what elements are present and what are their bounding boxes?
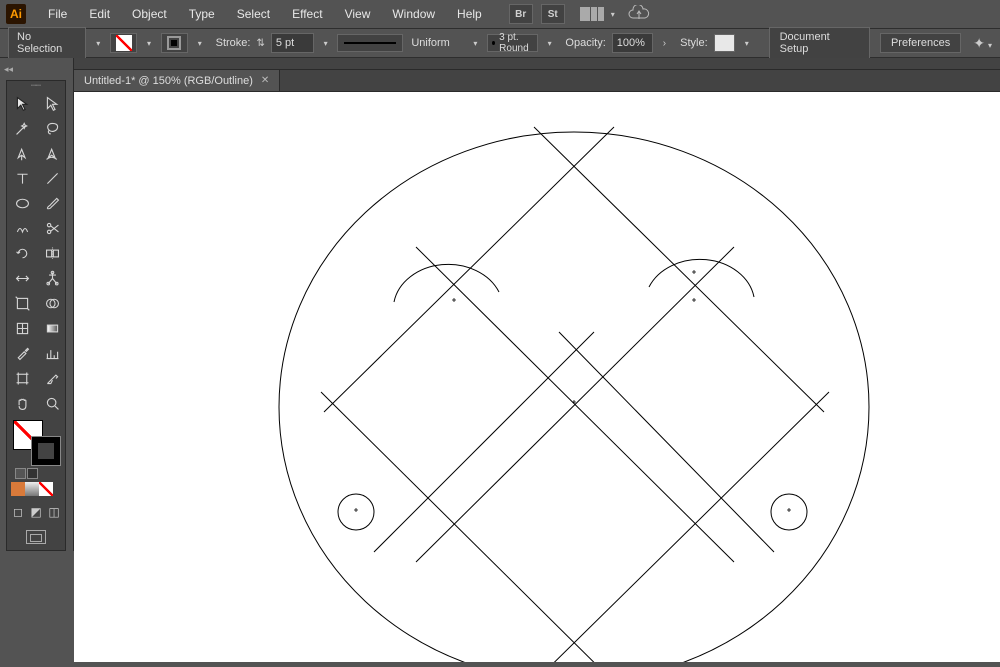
canvas[interactable] bbox=[74, 92, 1000, 662]
eyedropper-tool[interactable] bbox=[7, 341, 37, 366]
curvature-tool[interactable] bbox=[37, 141, 67, 166]
document-title: Untitled-1* @ 150% (RGB/Outline) bbox=[84, 75, 253, 87]
stroke-stepper[interactable]: ⇅ bbox=[256, 38, 264, 49]
chevron-down-icon[interactable]: ▾ bbox=[741, 39, 753, 48]
lasso-tool[interactable] bbox=[37, 116, 67, 141]
direct-selection-tool[interactable] bbox=[37, 91, 67, 116]
color-mode-row bbox=[7, 479, 65, 496]
arrange-icon bbox=[580, 7, 604, 21]
chevron-down-icon[interactable]: ▾ bbox=[320, 39, 332, 48]
align-flyout-icon[interactable]: ✦▾ bbox=[973, 35, 992, 52]
color-swatch-none[interactable] bbox=[39, 482, 53, 496]
chevron-down-icon: ▾ bbox=[611, 10, 615, 19]
shaper-tool[interactable] bbox=[7, 216, 37, 241]
stroke-profile[interactable] bbox=[337, 34, 403, 52]
selection-tool[interactable] bbox=[7, 91, 37, 116]
opacity-input[interactable]: 100% bbox=[612, 33, 653, 53]
rotate-tool[interactable] bbox=[7, 241, 37, 266]
bridge-button[interactable]: Br bbox=[509, 4, 533, 24]
menu-view[interactable]: View bbox=[335, 3, 381, 25]
free-transform-tool[interactable] bbox=[7, 291, 37, 316]
dot-icon bbox=[492, 41, 495, 45]
brush-definition[interactable]: 3 pt. Round bbox=[487, 34, 538, 52]
slice-tool[interactable] bbox=[37, 366, 67, 391]
style-label: Style: bbox=[680, 37, 708, 49]
reflect-tool[interactable] bbox=[37, 241, 67, 266]
menu-file[interactable]: File bbox=[38, 3, 77, 25]
chevron-down-icon[interactable]: ▾ bbox=[143, 39, 155, 48]
stroke-color[interactable] bbox=[31, 436, 61, 466]
color-swatch-gradient[interactable] bbox=[25, 482, 39, 496]
fill-stroke-control[interactable] bbox=[11, 420, 61, 466]
menu-window[interactable]: Window bbox=[382, 3, 445, 25]
zoom-tool[interactable] bbox=[37, 391, 67, 416]
graphic-style-swatch[interactable] bbox=[714, 34, 735, 52]
menu-select[interactable]: Select bbox=[227, 3, 280, 25]
fill-swatch[interactable] bbox=[110, 33, 137, 53]
mesh-tool[interactable] bbox=[7, 316, 37, 341]
width-tool[interactable] bbox=[7, 266, 37, 291]
menu-type[interactable]: Type bbox=[179, 3, 225, 25]
stock-button[interactable]: St bbox=[541, 4, 565, 24]
tools-panel: ◂◂ ┉┉ bbox=[0, 58, 74, 551]
panel-grip[interactable]: ┉┉ bbox=[7, 81, 65, 91]
app-logo: Ai bbox=[6, 4, 26, 24]
column-graph-tool[interactable] bbox=[37, 341, 67, 366]
menu-object[interactable]: Object bbox=[122, 3, 177, 25]
stroke-label: Stroke: bbox=[216, 37, 251, 49]
menu-effect[interactable]: Effect bbox=[282, 3, 332, 25]
preferences-button[interactable]: Preferences bbox=[880, 33, 961, 53]
color-swatch-solid[interactable] bbox=[11, 482, 25, 496]
paintbrush-tool[interactable] bbox=[37, 191, 67, 216]
scissors-tool[interactable] bbox=[37, 216, 67, 241]
ellipse-tool[interactable] bbox=[7, 191, 37, 216]
document-tab[interactable]: Untitled-1* @ 150% (RGB/Outline) ✕ bbox=[74, 70, 280, 91]
stroke-weight-input[interactable]: 5 pt bbox=[271, 33, 314, 53]
hand-tool[interactable] bbox=[7, 391, 37, 416]
chevron-right-icon[interactable]: › bbox=[659, 38, 670, 49]
chevron-down-icon[interactable]: ▾ bbox=[544, 39, 556, 48]
selection-indicator[interactable]: No Selection bbox=[8, 27, 86, 59]
menu-bar: Ai File Edit Object Type Select Effect V… bbox=[0, 0, 1000, 28]
arrange-documents[interactable]: ▾ bbox=[580, 7, 615, 21]
stroke-swatch[interactable] bbox=[161, 33, 188, 53]
menu-help[interactable]: Help bbox=[447, 3, 492, 25]
puppet-warp-tool[interactable] bbox=[37, 266, 67, 291]
type-tool[interactable] bbox=[7, 166, 37, 191]
swap-colors-icon[interactable] bbox=[27, 468, 38, 479]
draw-normal-icon[interactable]: ◻ bbox=[10, 504, 26, 520]
screen-mode-icon[interactable] bbox=[26, 530, 46, 544]
chevron-down-icon[interactable]: ▾ bbox=[92, 39, 104, 48]
panel-dock-strip bbox=[0, 58, 1000, 70]
default-colors-icon[interactable] bbox=[15, 468, 26, 479]
collapse-handle[interactable]: ◂◂ bbox=[0, 62, 73, 76]
draw-behind-icon[interactable]: ◩ bbox=[28, 504, 44, 520]
chevron-down-icon[interactable]: ▾ bbox=[470, 39, 482, 48]
document-setup-button[interactable]: Document Setup bbox=[769, 27, 870, 59]
document-tab-strip: Untitled-1* @ 150% (RGB/Outline) ✕ bbox=[74, 70, 1000, 92]
pen-tool[interactable] bbox=[7, 141, 37, 166]
profile-name: Uniform bbox=[411, 37, 463, 49]
line-tool[interactable] bbox=[37, 166, 67, 191]
magic-wand-tool[interactable] bbox=[7, 116, 37, 141]
close-icon[interactable]: ✕ bbox=[261, 75, 269, 86]
shape-builder-tool[interactable] bbox=[37, 291, 67, 316]
draw-inside-icon[interactable]: ◫ bbox=[46, 504, 62, 520]
chevron-down-icon[interactable]: ▾ bbox=[194, 39, 206, 48]
control-bar: No Selection ▾ ▾ ▾ Stroke: ⇅ 5 pt ▾ Unif… bbox=[0, 28, 1000, 58]
sync-settings-icon[interactable] bbox=[627, 5, 651, 23]
opacity-label: Opacity: bbox=[565, 37, 605, 49]
menu-edit[interactable]: Edit bbox=[79, 3, 120, 25]
gradient-tool[interactable] bbox=[37, 316, 67, 341]
artboard-tool[interactable] bbox=[7, 366, 37, 391]
